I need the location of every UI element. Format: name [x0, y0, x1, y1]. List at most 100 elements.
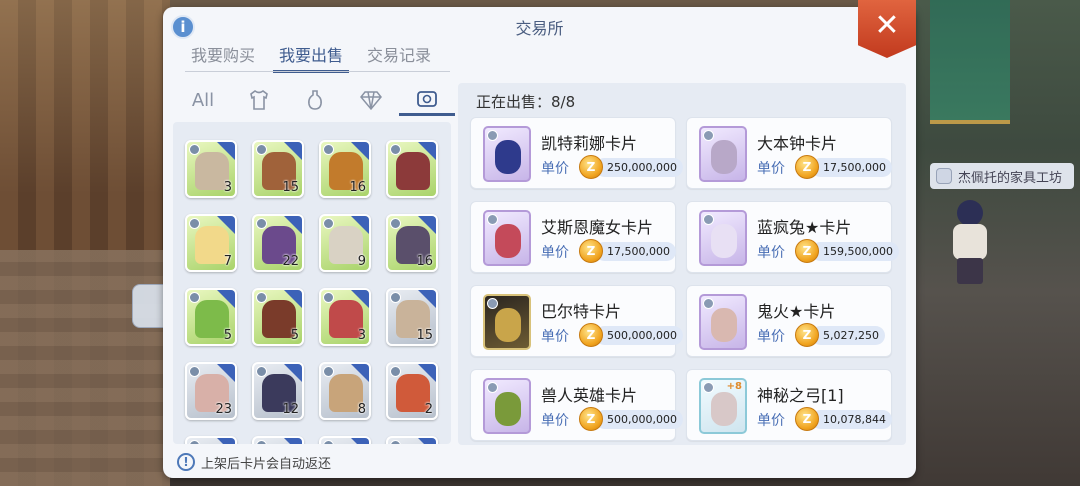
listing-price: 500,000,000	[595, 410, 683, 429]
tab-bar: 我要购买 我要出售 交易记录	[185, 43, 450, 73]
inventory-card[interactable]: 15	[386, 288, 438, 346]
filter-material[interactable]	[343, 84, 399, 116]
unit-price-label: 单价	[757, 245, 785, 261]
wrench-icon	[703, 214, 714, 225]
inventory-card[interactable]	[319, 436, 371, 444]
unit-price-label: 单价	[541, 329, 569, 345]
tab-history[interactable]: 交易记录	[361, 43, 437, 73]
filter-all[interactable]: All	[175, 84, 231, 116]
listing-name: 巴尔特卡片	[541, 302, 622, 321]
wrench-icon	[323, 218, 334, 229]
wrench-icon	[189, 144, 200, 155]
unit-price-label: 单价	[541, 413, 569, 429]
inventory-card[interactable]: 23	[185, 362, 237, 420]
listing-price: 17,500,000	[595, 242, 676, 261]
wrench-icon	[390, 144, 401, 155]
listing-thumbnail	[699, 210, 747, 266]
sell-listing[interactable]: 巴尔特卡片 单价 500,000,000 Z	[470, 285, 683, 357]
refine-level: +8	[726, 381, 742, 392]
inventory-card[interactable]	[386, 436, 438, 444]
exclamation-icon: !	[177, 453, 195, 471]
inventory-card[interactable]: 9	[319, 214, 371, 272]
wrench-icon	[189, 292, 200, 303]
wrench-icon	[256, 292, 267, 303]
inventory-card[interactable]: 12	[252, 362, 304, 420]
inventory-card[interactable]: 22	[252, 214, 304, 272]
sell-listing[interactable]: 鬼火★卡片 单价 5,027,250 Z	[686, 285, 892, 357]
listing-name: 艾斯恩魔女卡片	[541, 218, 654, 237]
card-art	[711, 224, 737, 258]
sell-listing[interactable]: 凯特莉娜卡片 单价 250,000,000 Z	[470, 117, 683, 189]
wrench-icon	[256, 218, 267, 229]
card-art	[495, 224, 521, 258]
inventory-card[interactable]: 8	[319, 362, 371, 420]
wrench-icon	[487, 382, 498, 393]
listing-thumbnail: +8	[699, 378, 747, 434]
inventory-card[interactable]: 2	[386, 362, 438, 420]
inventory-card[interactable]: 16	[319, 140, 371, 198]
bag-icon	[936, 168, 952, 184]
unit-price-label: 单价	[541, 161, 569, 177]
card-art	[495, 308, 521, 342]
sell-listing[interactable]: 艾斯恩魔女卡片 单价 17,500,000 Z	[470, 201, 676, 273]
inventory-card[interactable]: 5	[185, 288, 237, 346]
tab-sell[interactable]: 我要出售	[273, 43, 350, 73]
inventory-card[interactable]: 3	[319, 288, 371, 346]
inventory-card[interactable]	[252, 436, 304, 444]
tab-buy[interactable]: 我要购买	[185, 43, 261, 73]
card-badge-icon	[351, 438, 369, 444]
wrench-icon	[487, 214, 498, 225]
selling-count: 正在出售：8/8	[476, 93, 576, 111]
wrench-icon	[256, 366, 267, 377]
card-art	[495, 392, 521, 426]
wrench-icon	[323, 440, 334, 444]
sell-listing[interactable]: 蓝疯兔★卡片 单价 159,500,000 Z	[686, 201, 899, 273]
selling-panel: 正在出售：8/8 凯特莉娜卡片 单价 250,000,000 Z 大本钟卡片 单价 17,5…	[458, 83, 906, 445]
filter-equipment[interactable]	[231, 84, 287, 116]
background-right	[910, 0, 1080, 486]
sell-listing[interactable]: 兽人英雄卡片 单价 500,000,000 Z	[470, 369, 683, 441]
card-art	[711, 140, 737, 174]
npc-shop-label[interactable]: 杰佩托的家具工坊	[930, 163, 1074, 189]
inventory-card[interactable]	[185, 436, 237, 444]
wrench-icon	[487, 130, 498, 141]
listing-name: 兽人英雄卡片	[541, 386, 638, 405]
inventory-card[interactable]: 16	[386, 214, 438, 272]
background-left	[0, 0, 170, 486]
npc-character[interactable]	[945, 200, 995, 285]
unit-price-label: 单价	[757, 161, 785, 177]
unit-price-label: 单价	[757, 413, 785, 429]
card-quantity: 8	[357, 402, 366, 417]
filter-consumable[interactable]	[287, 84, 343, 116]
listing-name: 凯特莉娜卡片	[541, 134, 638, 153]
inventory-card[interactable]: 5	[252, 288, 304, 346]
inventory-card[interactable]: 15	[252, 140, 304, 198]
zeny-coin-icon: Z	[579, 323, 603, 347]
listing-thumbnail	[483, 126, 531, 182]
inventory-card[interactable]: 3	[185, 140, 237, 198]
wrench-icon	[703, 130, 714, 141]
listing-price: 17,500,000	[811, 158, 892, 177]
card-inventory[interactable]: 3 15 16 7 22 9 16 5 5 3 15 23 12 8 2	[173, 122, 451, 444]
sell-listing[interactable]: +8 神秘之弓[1] 单价 10,078,844 Z	[686, 369, 892, 441]
window-title: 交易所	[515, 19, 564, 38]
wrench-icon	[256, 144, 267, 155]
wrench-icon	[390, 440, 401, 444]
potion-icon	[308, 90, 322, 110]
listing-name: 鬼火★卡片	[757, 302, 836, 321]
inventory-card[interactable]	[386, 140, 438, 198]
card-quantity: 15	[416, 328, 433, 343]
inventory-card[interactable]: 7	[185, 214, 237, 272]
wrench-icon	[390, 218, 401, 229]
wrench-icon	[390, 292, 401, 303]
card-quantity: 15	[282, 180, 299, 195]
wrench-icon	[703, 382, 714, 393]
card-quantity: 7	[223, 254, 232, 269]
listing-price: 159,500,000	[811, 242, 899, 261]
wrench-icon	[323, 144, 334, 155]
card-quantity: 22	[282, 254, 299, 269]
close-button[interactable]: ✕	[858, 0, 916, 58]
filter-card[interactable]	[399, 84, 455, 116]
listing-name: 神秘之弓[1]	[757, 386, 844, 405]
sell-listing[interactable]: 大本钟卡片 单价 17,500,000 Z	[686, 117, 892, 189]
